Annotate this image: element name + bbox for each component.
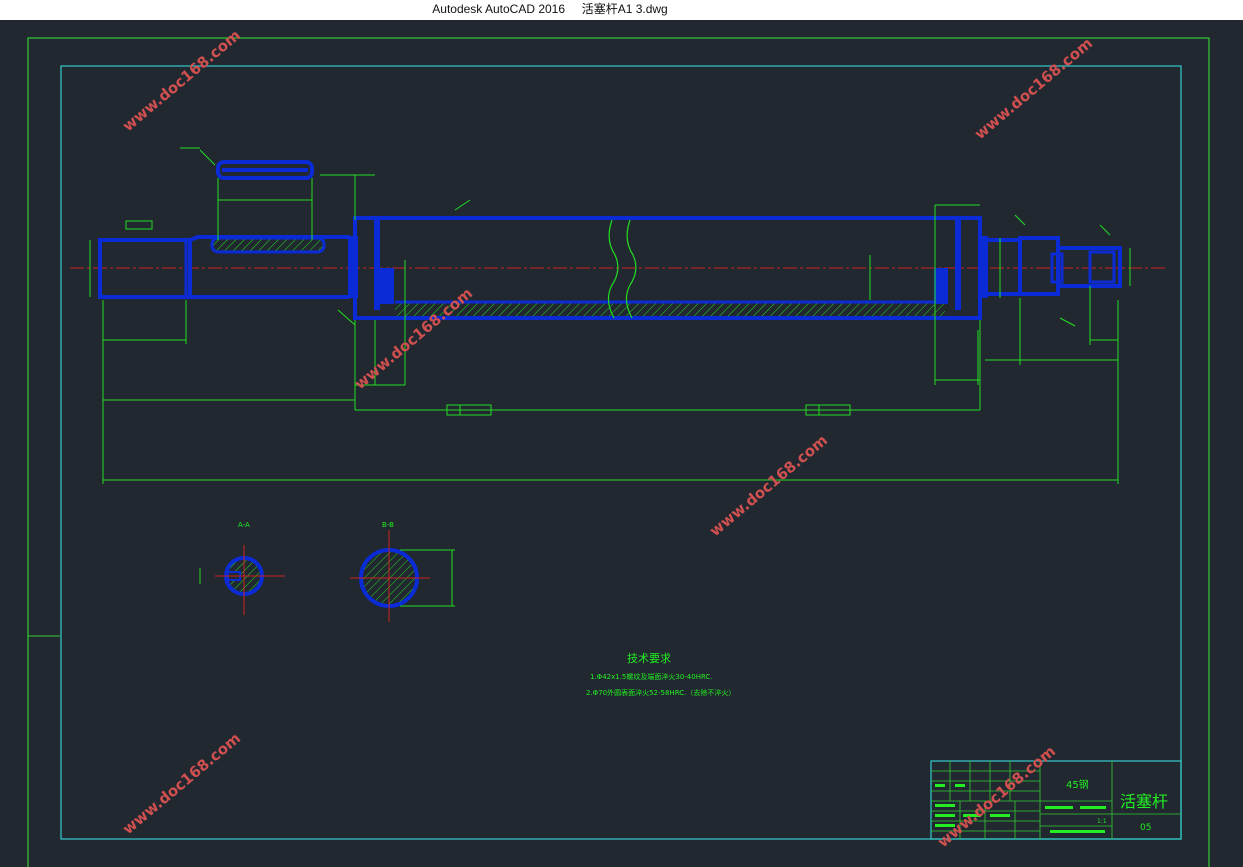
- right-shoulder: [978, 236, 988, 298]
- material-label: 45钢: [1066, 778, 1089, 791]
- part-name-label: 活塞杆: [1120, 792, 1168, 811]
- keyway-detail-inner: [222, 168, 308, 172]
- watermark-4: www.doc168.com: [706, 431, 831, 540]
- section-a-label: A-A: [238, 521, 250, 529]
- outer-frame: [27, 37, 1210, 867]
- watermark-5: www.doc168.com: [119, 729, 244, 838]
- left-shoulder: [348, 236, 358, 298]
- left-groove: [374, 220, 380, 310]
- watermark-2: www.doc168.com: [971, 34, 1096, 143]
- right-groove: [955, 220, 961, 310]
- drawing-svg[interactable]: A-A B-B 技术要求 1.Φ42x1.5螺纹及端面淬火30-40HRC. 2…: [0, 20, 1243, 867]
- right-thread-hole: [1088, 250, 1116, 284]
- section-view-a[interactable]: A-A: [199, 521, 285, 615]
- section-b-label: B-B: [382, 521, 394, 529]
- watermark-3: www.doc168.com: [351, 284, 476, 393]
- left-seal: [380, 268, 394, 304]
- window-title: Autodesk AutoCAD 2016 活塞杆A1 3.dwg: [432, 2, 668, 16]
- rod-body-hatch: [395, 303, 945, 316]
- drawing-canvas[interactable]: A-A B-B 技术要求 1.Φ42x1.5螺纹及端面淬火30-40HRC. 2…: [0, 20, 1243, 867]
- window-title-bar: Autodesk AutoCAD 2016 活塞杆A1 3.dwg: [0, 0, 1243, 20]
- right-seal: [934, 268, 948, 304]
- scale-label: 1:1: [1097, 818, 1107, 825]
- tech-req-line-1: 1.Φ42x1.5螺纹及端面淬火30-40HRC.: [590, 672, 713, 681]
- drawing-number-label: 05: [1140, 823, 1151, 833]
- right-neck: [988, 238, 1022, 296]
- section-view-b[interactable]: B-B: [350, 521, 455, 622]
- tech-req-line-2: 2.Φ70外圆表面淬火52-58HRC.（去除不淬火）: [586, 688, 735, 697]
- inner-frame: [60, 65, 1182, 840]
- tech-req-heading: 技术要求: [627, 652, 671, 665]
- keyway-hatched: [210, 236, 326, 254]
- piston-rod-main-view[interactable]: [70, 147, 1165, 484]
- watermarks: www.doc168.com www.doc168.com www.doc168…: [119, 26, 1096, 851]
- watermark-1: www.doc168.com: [119, 26, 244, 135]
- technical-requirements: 技术要求 1.Φ42x1.5螺纹及端面淬火30-40HRC. 2.Φ70外圆表面…: [586, 652, 735, 697]
